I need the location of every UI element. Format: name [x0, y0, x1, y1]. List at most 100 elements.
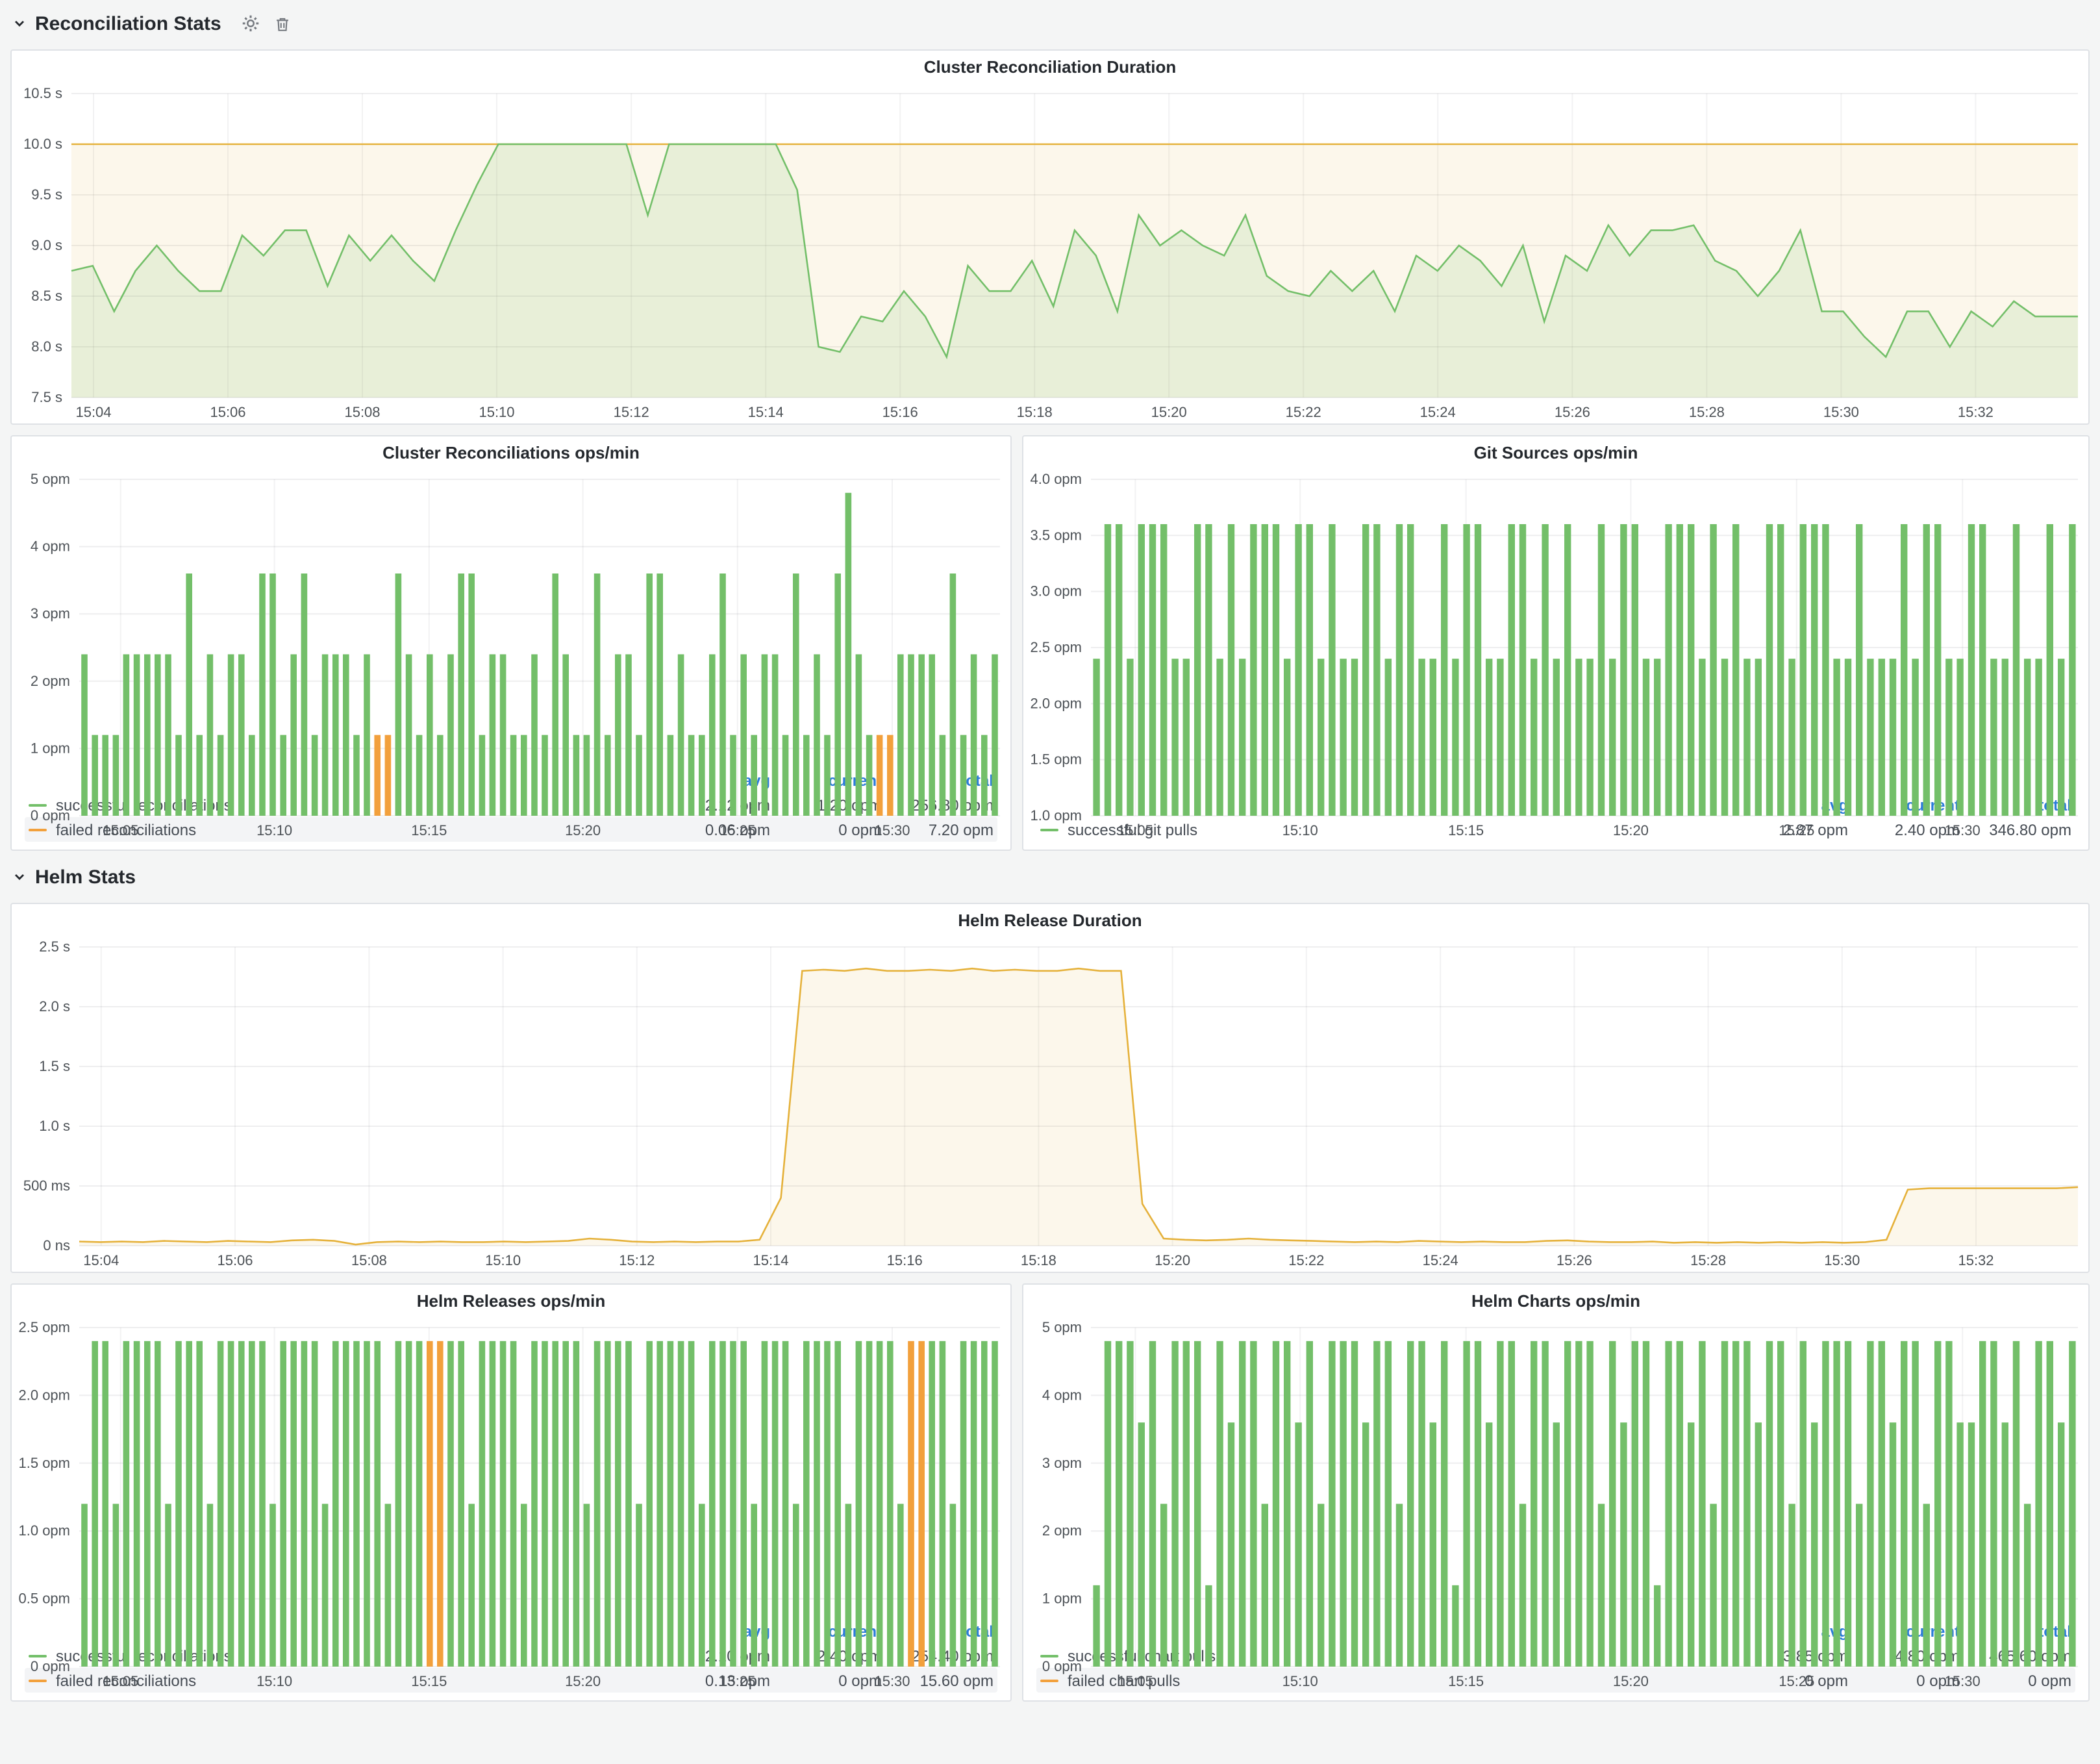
svg-text:15:28: 15:28 [1690, 1252, 1726, 1268]
svg-text:9.0 s: 9.0 s [31, 237, 62, 253]
svg-text:15:25: 15:25 [1779, 1673, 1814, 1689]
panel-header: Helm Charts ops/min [1023, 1285, 2088, 1317]
svg-text:15:25: 15:25 [719, 822, 755, 838]
svg-text:15:10: 15:10 [1282, 1673, 1318, 1689]
row-header-helm-stats[interactable]: Helm Stats [13, 861, 2090, 892]
svg-text:15:04: 15:04 [75, 404, 111, 420]
row-header-reconciliation-stats[interactable]: Reconciliation Stats [13, 8, 2090, 39]
svg-text:15:08: 15:08 [351, 1252, 387, 1268]
panel-title[interactable]: Helm Release Duration [958, 911, 1142, 930]
trash-icon[interactable] [275, 15, 292, 32]
panel-helm-release-duration: Helm Release Duration 15:0415:0615:0815:… [10, 903, 2090, 1273]
svg-text:15:10: 15:10 [1282, 822, 1318, 838]
panel-title[interactable]: Helm Releases ops/min [417, 1291, 605, 1311]
svg-text:7.5 s: 7.5 s [31, 389, 62, 405]
svg-text:15:30: 15:30 [1823, 404, 1859, 420]
svg-text:15:26: 15:26 [1556, 1252, 1592, 1268]
panel-title[interactable]: Helm Charts ops/min [1471, 1291, 1640, 1311]
helm-releases-chart[interactable]: 15:0515:1015:1515:2015:2515:302.5 opm2.0… [12, 1317, 1010, 1619]
dashboard-row-4: Helm Releases ops/min 15:0515:1015:1515:… [10, 1283, 2090, 1702]
svg-text:15:20: 15:20 [1151, 404, 1187, 420]
svg-text:15:26: 15:26 [1555, 404, 1590, 420]
svg-text:15:24: 15:24 [1420, 404, 1456, 420]
svg-text:15:32: 15:32 [1958, 1252, 1994, 1268]
svg-text:2 opm: 2 opm [31, 673, 70, 689]
svg-text:15:25: 15:25 [1779, 822, 1814, 838]
svg-text:15:10: 15:10 [479, 404, 514, 420]
svg-text:1.0 opm: 1.0 opm [19, 1522, 71, 1539]
svg-text:15:20: 15:20 [565, 822, 601, 838]
svg-text:2.0 opm: 2.0 opm [19, 1387, 71, 1403]
svg-text:2.0 opm: 2.0 opm [1031, 695, 1082, 711]
helm-charts-chart[interactable]: 15:0515:1015:1515:2015:2515:305 opm4 opm… [1023, 1317, 2088, 1619]
svg-text:3 opm: 3 opm [31, 605, 70, 622]
svg-text:15:05: 15:05 [103, 1673, 138, 1689]
gear-icon[interactable] [242, 14, 260, 32]
svg-text:0.5 opm: 0.5 opm [19, 1591, 71, 1607]
panel-cluster-reconciliations: Cluster Reconciliations ops/min 15:05 15:… [10, 435, 1012, 851]
svg-text:10.0 s: 10.0 s [23, 136, 62, 152]
svg-text:0 opm: 0 opm [1042, 1658, 1082, 1674]
cluster-reconciliation-duration-chart[interactable]: 15:0415:0615:0815:1015:1215:1415:1615:18… [12, 83, 2088, 423]
dashboard-row-2: Cluster Reconciliations ops/min 15:0515:… [10, 435, 2090, 851]
svg-text:15:14: 15:14 [753, 1252, 788, 1268]
panel-title[interactable]: Git Sources ops/min [1474, 443, 1638, 462]
svg-text:15:30: 15:30 [1824, 1252, 1860, 1268]
svg-text:2.5 s: 2.5 s [39, 939, 70, 955]
svg-text:15:20: 15:20 [1155, 1252, 1190, 1268]
svg-text:15:24: 15:24 [1423, 1252, 1458, 1268]
chevron-down-icon[interactable] [13, 17, 26, 30]
svg-text:15:06: 15:06 [210, 404, 245, 420]
svg-text:15:30: 15:30 [874, 822, 910, 838]
svg-text:15:30: 15:30 [1945, 822, 1981, 838]
grafana-dashboard: Reconciliation Stats Clu [0, 0, 2100, 1764]
svg-text:1 opm: 1 opm [1042, 1591, 1082, 1607]
svg-text:2.0 s: 2.0 s [39, 998, 70, 1014]
svg-text:4.0 opm: 4.0 opm [1031, 471, 1082, 487]
svg-text:1.0 s: 1.0 s [39, 1118, 70, 1134]
svg-text:15:14: 15:14 [748, 404, 784, 420]
svg-text:15:18: 15:18 [1021, 1252, 1056, 1268]
panel-header: Helm Releases ops/min [12, 1285, 1010, 1317]
svg-text:8.5 s: 8.5 s [31, 288, 62, 304]
git-sources-chart[interactable]: 15:0515:1015:1515:2015:2515:304.0 opm3.5… [1023, 469, 2088, 792]
chart-svg: 15:0415:0615:0815:1015:1215:1415:1615:18… [12, 83, 2088, 423]
svg-text:15:10: 15:10 [485, 1252, 521, 1268]
panel-title[interactable]: Cluster Reconciliations ops/min [382, 443, 640, 462]
cluster-reconciliations-chart[interactable]: 15:0515:1015:1515:2015:2515:305 opm4 opm… [12, 469, 1010, 768]
svg-text:3.5 opm: 3.5 opm [1031, 527, 1082, 543]
svg-text:500 ms: 500 ms [23, 1178, 70, 1194]
svg-text:15:20: 15:20 [1613, 1673, 1649, 1689]
svg-text:15:22: 15:22 [1286, 404, 1321, 420]
svg-text:0 opm: 0 opm [31, 1658, 70, 1674]
svg-text:3 opm: 3 opm [1042, 1455, 1082, 1471]
svg-text:4 opm: 4 opm [1042, 1387, 1082, 1403]
section-title: Helm Stats [35, 866, 136, 888]
svg-text:15:28: 15:28 [1689, 404, 1725, 420]
svg-text:15:06: 15:06 [217, 1252, 253, 1268]
helm-release-duration-chart[interactable]: 15:0415:0615:0815:1015:1215:1415:1615:18… [12, 937, 2088, 1272]
svg-text:2.5 opm: 2.5 opm [1031, 639, 1082, 655]
svg-text:1.5 s: 1.5 s [39, 1058, 70, 1074]
panel-header: Git Sources ops/min [1023, 436, 2088, 469]
svg-text:1.0 opm: 1.0 opm [1031, 807, 1082, 824]
chevron-down-icon[interactable] [13, 870, 26, 883]
svg-text:15:05: 15:05 [1118, 822, 1153, 838]
panel-title[interactable]: Cluster Reconciliation Duration [924, 57, 1177, 77]
svg-text:15:30: 15:30 [1945, 1673, 1981, 1689]
panel-header: Cluster Reconciliations ops/min [12, 436, 1010, 469]
svg-text:5 opm: 5 opm [31, 471, 70, 487]
svg-text:15:08: 15:08 [344, 404, 380, 420]
svg-text:9.5 s: 9.5 s [31, 186, 62, 203]
svg-text:15:05: 15:05 [1118, 1673, 1153, 1689]
svg-text:4 opm: 4 opm [31, 538, 70, 555]
svg-text:5 opm: 5 opm [1042, 1319, 1082, 1335]
svg-text:15:05: 15:05 [103, 822, 138, 838]
svg-text:1.5 opm: 1.5 opm [19, 1455, 71, 1471]
svg-text:15:20: 15:20 [565, 1673, 601, 1689]
svg-text:15:20: 15:20 [1613, 822, 1649, 838]
svg-text:1.5 opm: 1.5 opm [1031, 751, 1082, 768]
svg-text:15:30: 15:30 [874, 1673, 910, 1689]
svg-text:2.5 opm: 2.5 opm [19, 1319, 71, 1335]
svg-text:15:15: 15:15 [1448, 1673, 1484, 1689]
